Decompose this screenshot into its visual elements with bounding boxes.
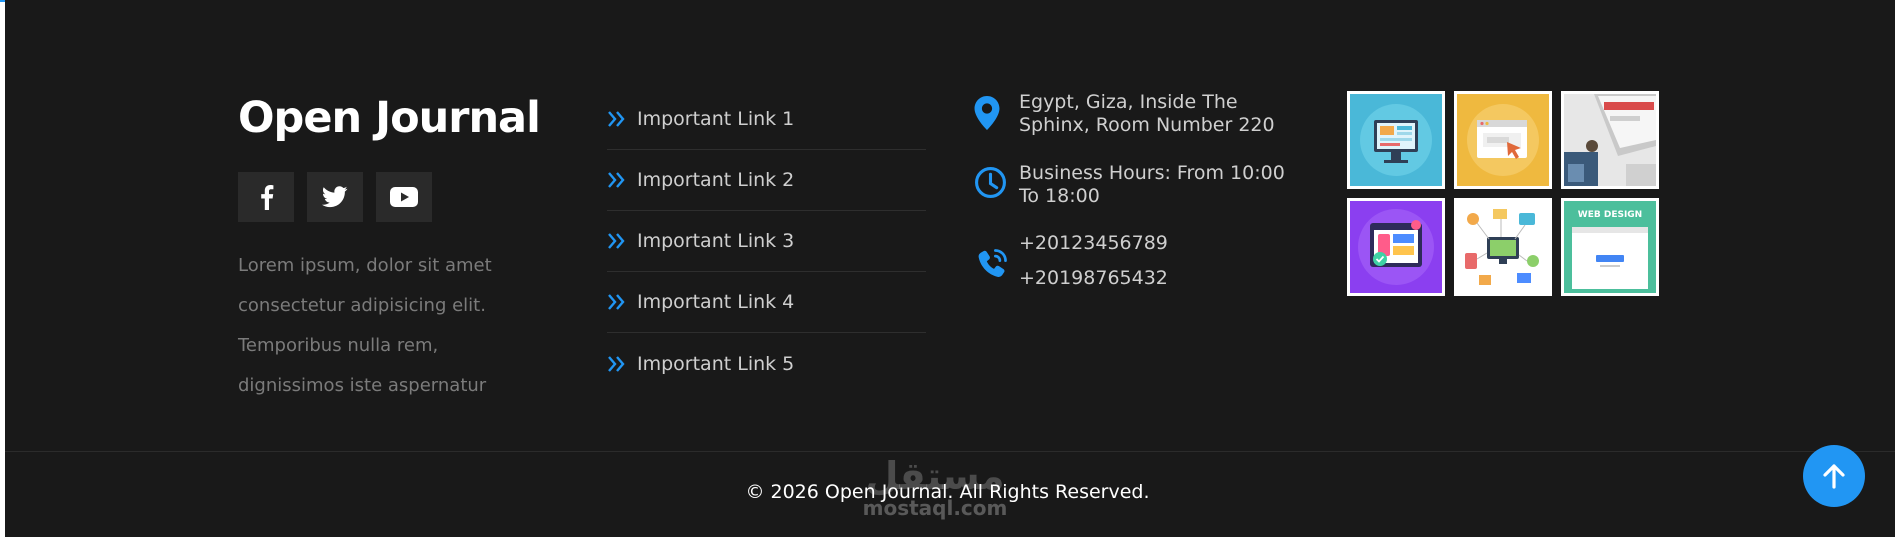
important-link-3[interactable]: Important Link 3 [607,211,926,272]
browser-click-image [1457,94,1549,186]
gallery-thumbnail-1[interactable] [1347,91,1445,189]
monitor-dashboard-image [1350,94,1442,186]
back-to-top-button[interactable] [1803,445,1865,507]
important-link-label: Important Link 2 [637,169,795,191]
devices-network-image [1457,201,1549,293]
gallery-thumbnail-5[interactable] [1454,198,1552,296]
twitter-icon [322,186,348,208]
important-link-1[interactable]: Important Link 1 [607,89,926,150]
important-link-label: Important Link 4 [637,291,795,313]
contact-phone-2: +20198765432 [1019,267,1168,289]
contact-business-hours: Business Hours: From 10:00 To 18:00 [1019,162,1285,207]
gallery-thumbnail-3[interactable] [1561,91,1659,189]
facebook-icon [261,185,274,210]
footer-brand-title: Open Journal [238,93,541,143]
double-chevron-right-icon [608,111,625,127]
desk-laptop-image [1564,94,1656,186]
important-link-label: Important Link 1 [637,108,795,130]
important-link-label: Important Link 5 [637,352,795,375]
page: Open Journal Lorem ipsum, dolor sit amet… [0,0,1895,537]
mobile-app-image [1350,201,1442,293]
facebook-button[interactable] [238,172,294,222]
contact-phone-1: +20123456789 [1019,232,1168,254]
copyright-text: © 2026 Open Journal. All Rights Reserved… [745,481,1150,503]
double-chevron-right-icon [608,355,625,372]
important-link-2[interactable]: Important Link 2 [607,150,926,211]
double-chevron-right-icon [608,233,625,249]
contact-address: Egypt, Giza, Inside The Sphinx, Room Num… [1019,91,1275,136]
footer-divider [5,451,1895,452]
phone-ringing-icon [978,249,1007,277]
web-design-caption: WEB DESIGN [1578,210,1642,220]
gallery-thumbnail-2[interactable] [1454,91,1552,189]
clock-icon [975,167,1006,198]
twitter-button[interactable] [307,172,363,222]
double-chevron-right-icon [608,294,625,310]
gallery-thumbnail-4[interactable] [1347,198,1445,296]
footer-brand-description: Lorem ipsum, dolor sit amet consectetur … [238,255,492,396]
youtube-button[interactable] [376,172,432,222]
double-chevron-right-icon [608,172,625,188]
important-link-label: Important Link 3 [637,230,795,252]
important-links-list: Important Link 1 Important Link 2 Import… [607,89,926,394]
web-design-image: WEB DESIGN [1564,201,1656,293]
location-pin-icon [974,96,1000,130]
youtube-icon [390,187,418,207]
arrow-up-icon [1823,464,1845,489]
important-link-5[interactable]: Important Link 5 [607,333,926,394]
important-link-4[interactable]: Important Link 4 [607,272,926,333]
gallery-thumbnail-6[interactable]: WEB DESIGN [1561,198,1659,296]
